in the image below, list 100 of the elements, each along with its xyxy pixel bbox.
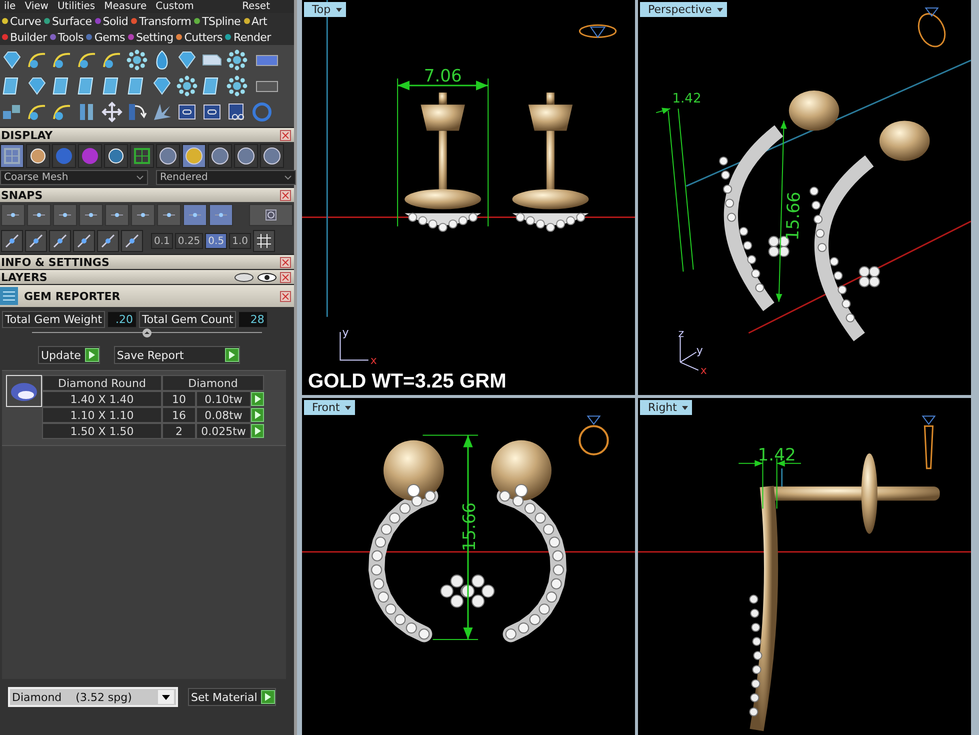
ring-icon — [922, 416, 936, 470]
menu-item[interactable]: Utilities — [57, 1, 96, 12]
flower-icon[interactable] — [226, 49, 248, 71]
gem-icon[interactable] — [1, 49, 23, 71]
menu-item[interactable]: ile — [4, 1, 16, 12]
panel-header[interactable]: LAYERS — [0, 269, 294, 284]
panel-header[interactable]: INFO & SETTINGS — [0, 254, 294, 269]
snap-button[interactable] — [183, 204, 207, 226]
viewport[interactable]: Right 1.42 — [638, 398, 971, 735]
viewport[interactable]: Front 15.66 — [302, 398, 635, 735]
module-tab[interactable]: Cutters — [176, 30, 222, 44]
snap-button[interactable] — [157, 204, 181, 226]
render-dropdown[interactable]: Rendered — [156, 170, 296, 185]
close-icon[interactable] — [280, 290, 291, 302]
rotate-icon[interactable] — [126, 101, 148, 123]
module-tab[interactable]: Surface — [44, 14, 92, 28]
mesh-dropdown[interactable]: Coarse Mesh — [0, 170, 148, 185]
module-tab[interactable]: Tools — [50, 30, 84, 44]
snap-button[interactable] — [27, 204, 51, 226]
shading-button[interactable] — [156, 144, 180, 168]
snap-step-button[interactable]: 0.1 — [151, 233, 173, 249]
snap-mode-button[interactable] — [97, 230, 119, 252]
close-icon[interactable] — [280, 272, 291, 282]
shading-button[interactable] — [208, 144, 232, 168]
viewport-tab[interactable]: Right — [640, 400, 692, 415]
close-icon[interactable] — [280, 130, 291, 140]
menu-item[interactable]: Custom — [156, 1, 194, 12]
module-tab[interactable]: Render — [225, 30, 271, 44]
shading-button[interactable] — [182, 144, 206, 168]
module-tab[interactable]: TSpline — [194, 14, 241, 28]
snap-step-button[interactable]: 0.25 — [174, 233, 204, 249]
snap-button[interactable] — [105, 204, 129, 226]
snap-button[interactable] — [53, 204, 77, 226]
table-cell: 0.025tw — [196, 423, 251, 439]
module-tab[interactable]: Solid — [94, 14, 128, 28]
snap-button[interactable] — [1, 204, 25, 226]
snap-line-icon — [52, 233, 68, 249]
material-dropdown[interactable]: Diamond (3.52 spg) — [8, 687, 178, 707]
play-button[interactable] — [224, 348, 239, 362]
snap-line-icon — [100, 233, 116, 249]
module-tab[interactable]: Setting — [128, 30, 174, 44]
chevron-icon — [284, 175, 292, 180]
sphere-icon — [211, 147, 229, 165]
shading-button[interactable] — [234, 144, 258, 168]
snap-button[interactable] — [79, 204, 103, 226]
snap-mode-button[interactable] — [49, 230, 71, 252]
shading-button[interactable] — [260, 144, 284, 168]
table-cell: 0.10tw — [196, 391, 251, 407]
view-mode-button[interactable] — [104, 144, 128, 168]
viewport[interactable]: Top 7.06 y x GOLD WT=3.25 GRM — [302, 0, 635, 395]
snap-button[interactable] — [209, 204, 233, 226]
cluster-icon[interactable] — [126, 49, 148, 71]
toggle-button[interactable] — [256, 54, 278, 66]
gem-icon[interactable] — [176, 49, 198, 71]
snap-mode-button[interactable] — [25, 230, 47, 252]
play-button[interactable] — [84, 348, 99, 362]
module-tab[interactable]: Gems — [86, 30, 125, 44]
module-tab[interactable]: Transform — [131, 14, 192, 28]
viewport-tab[interactable]: Perspective — [640, 2, 727, 17]
toggle-button[interactable] — [256, 80, 278, 92]
snap-mode-button[interactable] — [1, 230, 23, 252]
close-icon[interactable] — [280, 190, 291, 200]
play-icon — [265, 693, 272, 701]
snap-step-button[interactable]: 1.0 — [229, 233, 251, 249]
menu-item[interactable]: Reset — [242, 1, 270, 12]
module-tab[interactable]: Builder — [2, 30, 47, 44]
ball-icon — [55, 147, 73, 165]
snap-line-icon — [76, 233, 92, 249]
snap-button[interactable] — [131, 204, 155, 226]
snap-mode-button[interactable] — [121, 230, 143, 252]
view-mode-button[interactable] — [0, 144, 24, 168]
flower-icon[interactable] — [226, 75, 248, 97]
move-icon[interactable] — [101, 101, 123, 123]
field-label: Total Gem Count — [139, 311, 236, 328]
module-tab[interactable]: Curve — [2, 14, 41, 28]
ellipse-icon[interactable] — [234, 272, 254, 282]
menu-item[interactable]: View — [24, 1, 48, 12]
value-field: 28 — [239, 312, 268, 327]
table-cell: 2 — [162, 423, 196, 439]
panel-header[interactable]: DISPLAY — [0, 127, 294, 142]
viewport-tab[interactable]: Top — [304, 2, 346, 17]
grid-button[interactable] — [252, 230, 275, 252]
view-mode-button[interactable] — [26, 144, 50, 168]
diamond-icon[interactable] — [26, 75, 48, 97]
panel-header[interactable]: SNAPS — [0, 187, 294, 202]
close-icon[interactable] — [280, 256, 291, 268]
snap-button[interactable] — [249, 204, 293, 226]
grid-icon — [3, 147, 21, 165]
table-cell: 1.10 X 1.10 — [42, 407, 162, 423]
panel-title: DISPLAY — [1, 128, 53, 142]
snap-mode-button[interactable] — [73, 230, 95, 252]
eye-icon[interactable] — [257, 272, 277, 282]
splitter-handle[interactable] — [142, 328, 152, 338]
play-button[interactable] — [261, 690, 276, 704]
viewport-tab[interactable]: Front — [304, 400, 355, 415]
flower-icon[interactable] — [176, 75, 198, 97]
module-tab[interactable]: Art — [244, 14, 267, 28]
menu-item[interactable]: Measure — [104, 1, 147, 12]
gem-icon[interactable] — [151, 75, 173, 97]
viewport[interactable]: Perspective 1.42 15.66 z y x — [638, 0, 971, 395]
